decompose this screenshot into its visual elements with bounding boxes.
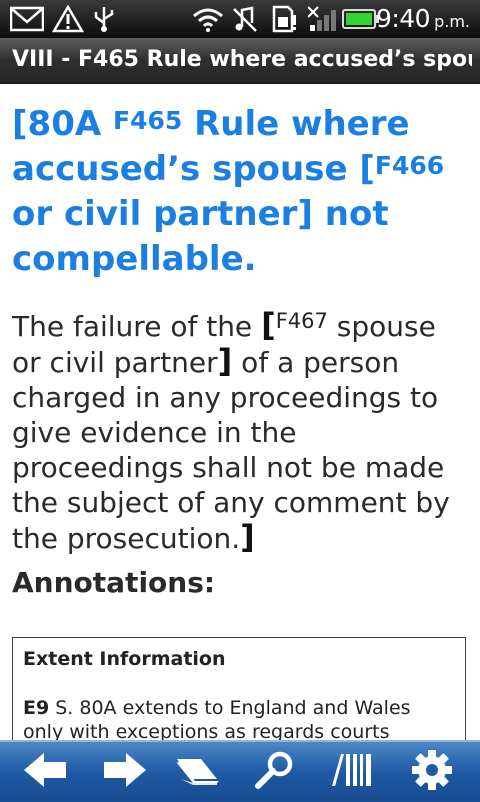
footnote-link-f467[interactable]: F467 [276, 309, 328, 333]
section-body: The failure of the [F467 spouse or civil… [12, 308, 472, 556]
extent-information-box: Extent Information E9 S. 80A extends to … [12, 637, 466, 740]
search-icon [252, 750, 296, 794]
document-content[interactable]: [80A F465 Rule where accused’s spouse [F… [0, 84, 480, 740]
bottom-toolbar [0, 740, 480, 802]
no-music-icon [232, 5, 258, 33]
gmail-icon [10, 5, 44, 33]
heading-prefix: [80A [12, 104, 114, 144]
annotations-title: Annotations: [12, 566, 216, 599]
status-bar: 9:40 p.m. [0, 0, 480, 38]
body-start: The failure of the [12, 310, 262, 343]
back-button[interactable] [6, 742, 86, 802]
battery-icon [342, 5, 380, 33]
library-icon [329, 750, 375, 794]
clock-ampm: p.m. [434, 12, 470, 31]
section-close-bracket: ] [240, 518, 255, 556]
clock: 9:40 p.m. [376, 4, 470, 34]
library-button[interactable] [312, 742, 392, 802]
title-bar: VIII - F465 Rule where accused’s spouse … [0, 38, 480, 84]
page-title: VIII - F465 Rule where accused’s spouse … [12, 47, 472, 72]
clock-time: 9:40 [375, 4, 431, 33]
signal-icon [308, 5, 342, 33]
back-arrow-icon [22, 751, 70, 793]
usb-icon [92, 5, 116, 33]
extent-text: E9 S. 80A extends to England and Wales o… [23, 696, 455, 740]
warning-icon [52, 5, 84, 33]
footnote-link-f466[interactable]: F466 [375, 151, 444, 180]
contents-button[interactable] [158, 742, 238, 802]
section-heading: [80A F465 Rule where accused’s spouse [F… [12, 102, 472, 282]
wifi-icon [192, 5, 224, 33]
footnote-link-f465[interactable]: F465 [113, 106, 182, 135]
extent-heading: Extent Information [23, 648, 226, 670]
search-button[interactable] [234, 742, 314, 802]
sd-card-icon [270, 5, 298, 33]
settings-button[interactable] [392, 742, 472, 802]
heading-end: or civil partner] not compellable. [12, 194, 389, 279]
extent-description: S. 80A extends to England and Wales only… [23, 697, 411, 740]
forward-button[interactable] [84, 742, 164, 802]
open-book-icon [173, 751, 223, 793]
settings-icon [411, 749, 453, 795]
insertion-open-bracket: [ [261, 306, 276, 344]
forward-arrow-icon [100, 751, 148, 793]
insertion-close-bracket: ] [217, 342, 233, 380]
extent-code: E9 [23, 697, 50, 719]
